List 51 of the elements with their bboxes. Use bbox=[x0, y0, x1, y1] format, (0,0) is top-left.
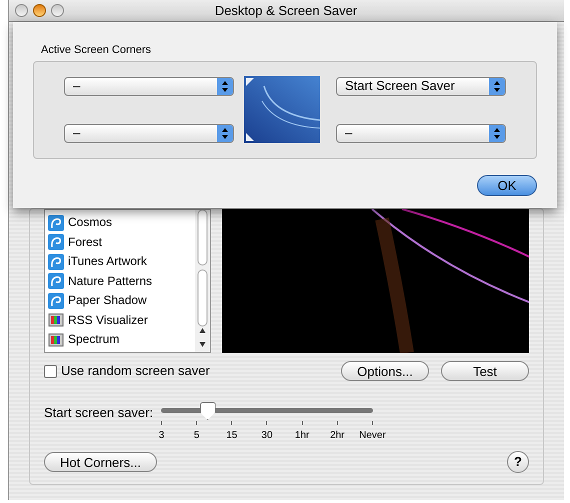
screen-saver-item[interactable]: Spectrum bbox=[68, 332, 120, 348]
screen-saver-item[interactable]: Nature Patterns bbox=[68, 274, 152, 289]
group-title: Active Screen Corners bbox=[41, 43, 152, 58]
tick-mark bbox=[336, 421, 338, 425]
tick-label: Never bbox=[359, 429, 386, 443]
screen-saver-item[interactable]: Paper Shadow bbox=[68, 293, 147, 308]
help-button[interactable]: ? bbox=[507, 451, 529, 473]
random-checkbox[interactable] bbox=[44, 364, 57, 378]
tick-label: 2hr bbox=[330, 429, 345, 443]
minimize-icon[interactable] bbox=[33, 4, 46, 17]
window-title: Desktop & Screen Saver bbox=[214, 2, 358, 20]
corner-popup[interactable]: – bbox=[336, 124, 506, 142]
random-checkbox-label: Use random screen saver bbox=[61, 362, 210, 380]
stepper-icon bbox=[217, 78, 233, 94]
screen-saver-item[interactable]: Forest bbox=[68, 234, 102, 250]
tick-mark bbox=[231, 421, 232, 425]
ok-button[interactable]: OK bbox=[477, 174, 537, 196]
zoom-icon[interactable] bbox=[51, 4, 64, 17]
tick-label: 5 bbox=[194, 429, 200, 443]
screen-saver-item[interactable]: iTunes Artwork bbox=[68, 254, 147, 270]
stepper-icon bbox=[489, 124, 505, 142]
spiral-icon bbox=[48, 214, 64, 231]
slider-thumb[interactable] bbox=[200, 402, 216, 420]
tick-label: 30 bbox=[261, 429, 273, 443]
tick-label: 3 bbox=[158, 429, 164, 443]
slider-label: Start screen saver: bbox=[44, 404, 154, 422]
spiral-icon bbox=[48, 254, 64, 270]
corner-popup[interactable]: – bbox=[64, 124, 234, 142]
scrollbar-drawing[interactable] bbox=[195, 210, 210, 352]
screen-saver-item[interactable]: RSS Visualizer bbox=[68, 312, 148, 328]
stepper-icon bbox=[489, 78, 505, 94]
tick-mark bbox=[266, 421, 268, 425]
tick-label: 15 bbox=[226, 429, 238, 443]
corner-popup[interactable]: – bbox=[64, 76, 234, 96]
screen-saver-item[interactable]: Cosmos bbox=[68, 215, 112, 230]
spiral-icon bbox=[48, 234, 64, 250]
spectrum-icon bbox=[48, 332, 64, 348]
options-button[interactable]: Options... bbox=[341, 361, 429, 381]
stepper-icon bbox=[217, 124, 233, 142]
close-icon[interactable] bbox=[15, 4, 28, 17]
spiral-icon bbox=[48, 273, 64, 290]
tick-mark bbox=[302, 421, 303, 425]
tick-mark bbox=[372, 421, 373, 425]
test-button[interactable]: Test bbox=[441, 361, 529, 381]
hot-corners-button[interactable]: Hot Corners... bbox=[44, 452, 157, 472]
tick-label: 1hr bbox=[294, 429, 310, 443]
spectrum-icon bbox=[48, 312, 64, 328]
corner-popup[interactable]: Start Screen Saver bbox=[336, 76, 506, 96]
tick-mark bbox=[196, 421, 198, 425]
tick-mark bbox=[161, 421, 162, 425]
spiral-icon bbox=[48, 292, 64, 309]
